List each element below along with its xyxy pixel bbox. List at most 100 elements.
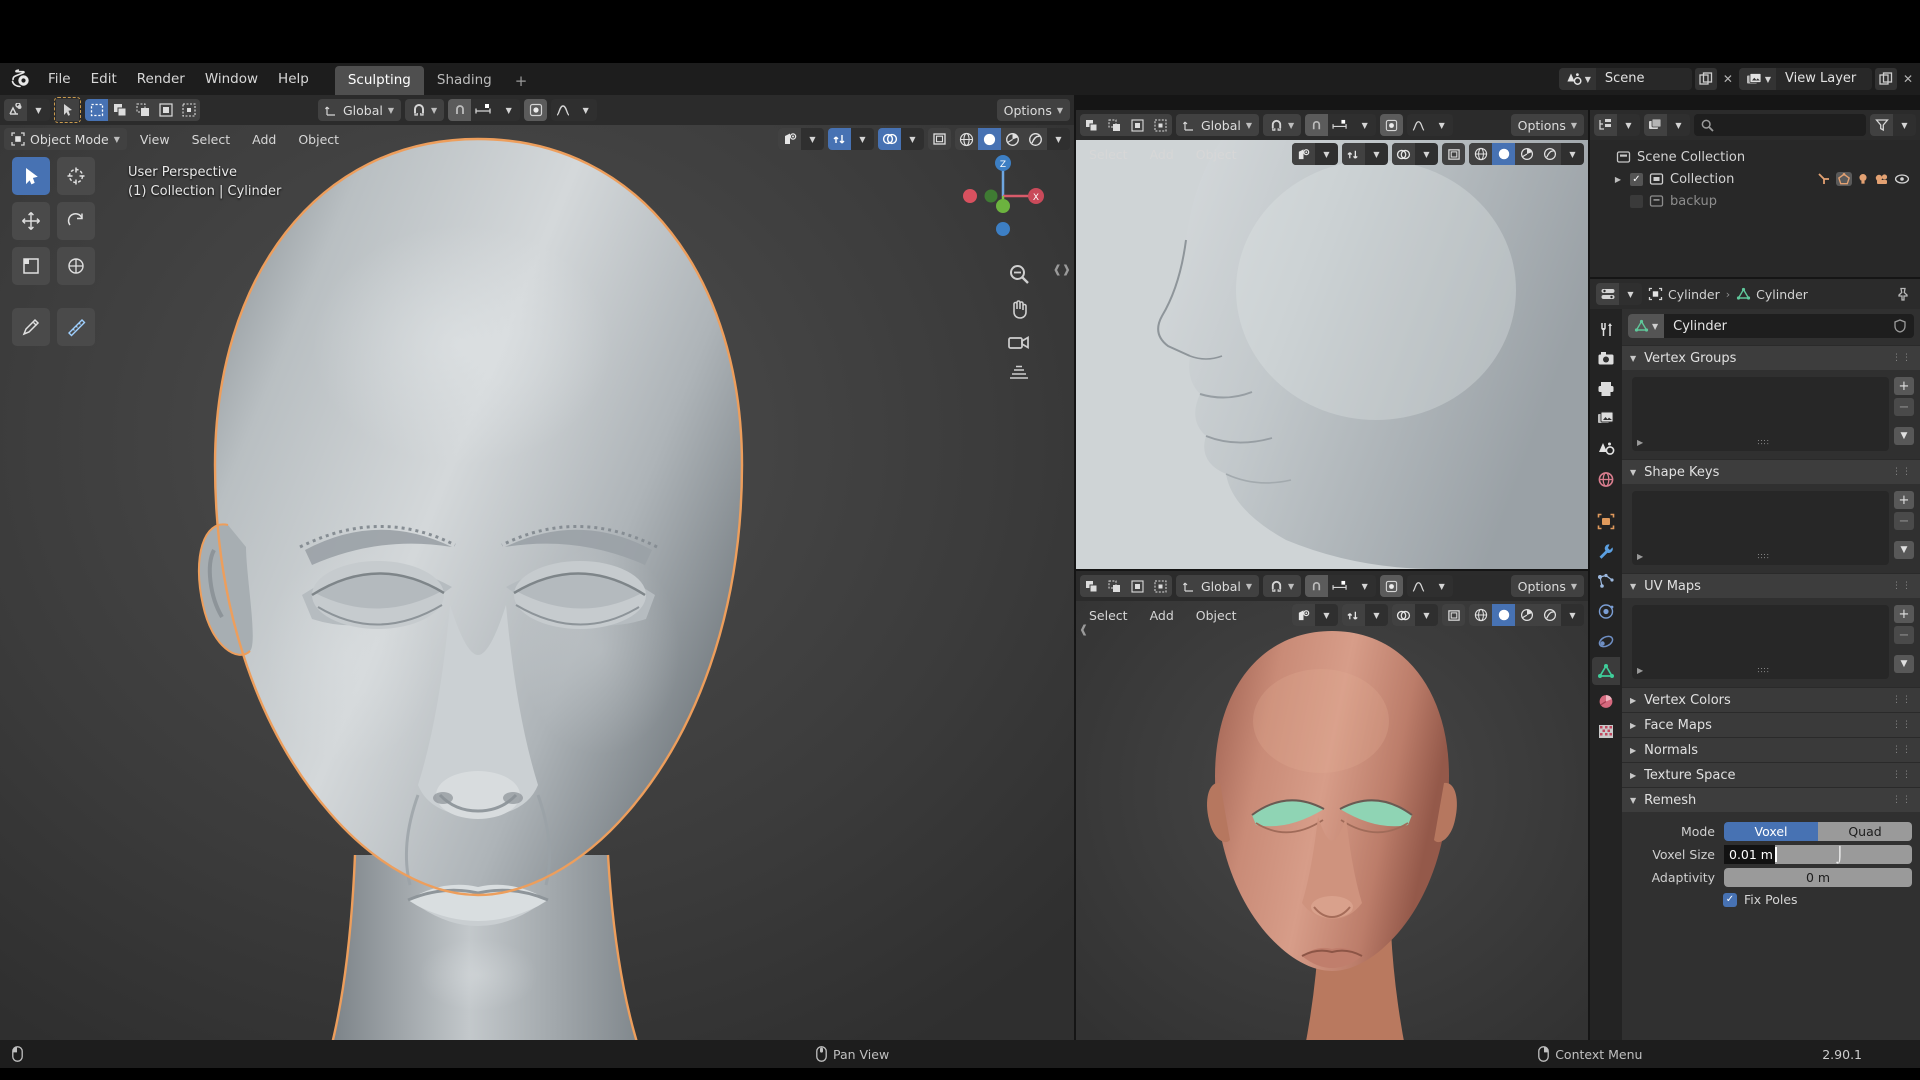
viewport-mid-top-header[interactable]: Global ▼ ▼ ▼ ▼ Options ▼ [1076,110,1588,140]
outliner-view-layer-icon[interactable] [1594,114,1617,136]
outliner-display-mode[interactable]: ▼ [1594,114,1640,136]
expand-collection-icon[interactable]: ▶ [1612,175,1624,184]
chevron-down-icon[interactable]: ▼ [851,128,874,150]
ortho-persp-icon[interactable] [1008,364,1030,382]
particles-icon[interactable] [1592,567,1620,595]
list-grip-icon[interactable]: ∷∷ [1757,666,1769,675]
new-view-layer-button[interactable] [1875,68,1897,90]
select-invert-icon[interactable] [154,99,177,121]
move-tool-icon[interactable] [12,202,50,240]
scene-cone-sphere-icon[interactable] [1592,435,1620,463]
options-dropdown[interactable]: Options ▼ [1510,114,1584,136]
visibility-group[interactable]: ▼ [778,128,824,150]
remesh-adaptivity-row[interactable]: Adaptivity 0 m [1630,867,1912,888]
remesh-voxel-size-input[interactable]: 0.01 m ⌡ [1724,845,1912,864]
wireframe-icon[interactable] [1469,604,1492,626]
select-invert-icon[interactable] [1149,114,1172,136]
rendered-icon[interactable] [1538,143,1561,165]
select-set-icon[interactable] [1080,114,1103,136]
viewport-left-header-top[interactable]: ▼ Global ▼ ▼ ▼ ▼ Options ▼ [0,95,1074,125]
render-camera-back-icon[interactable] [1592,345,1620,373]
camera-restrict-icon[interactable] [1874,172,1890,186]
object-data-triangle-icon[interactable] [1592,657,1620,685]
proportional-falloff-icon[interactable] [1407,575,1430,597]
panel-header-face-maps[interactable]: ▶ Face Maps ⋮⋮ [1622,712,1920,737]
topbar-scene-controls[interactable]: ▼ Scene ✕ ▼ View Layer ✕ [1558,68,1920,90]
outliner-search-input[interactable] [1694,114,1866,136]
chevron-down-icon[interactable]: ▼ [1047,128,1070,150]
region-toggle-mid-icon[interactable]: ❰ [1079,623,1088,636]
list-expand-icon[interactable]: ▶ [1637,666,1643,675]
panel-header-vertex-groups[interactable]: ▼ Vertex Groups ⋮⋮ [1622,345,1920,370]
panel-drag-handle[interactable]: ⋮⋮ [1892,467,1912,477]
properties-editor[interactable]: ▼ Cylinder › Cylinder ▼ Cylinder ▼ Verte… [1590,279,1920,1052]
shape-keys-list-area[interactable]: ▶ ∷∷ + − ▼ [1622,484,1920,573]
select-set-icon[interactable] [85,99,108,121]
material-preview-icon[interactable] [1515,604,1538,626]
light-restrict-icon[interactable] [1856,172,1870,186]
chevron-down-icon[interactable]: ▼ [901,128,924,150]
shading-mode-group[interactable]: ▼ [1469,604,1584,626]
viewport-left-canvas[interactable] [0,95,1074,1052]
overlays-icon[interactable] [1392,143,1415,165]
transform-orientation-dropdown[interactable]: Global ▼ [318,99,402,121]
gizmo-icon[interactable] [1342,604,1365,626]
transform-orientation-dropdown[interactable]: Global ▼ [1176,114,1260,136]
select-subtract-icon[interactable] [1126,575,1149,597]
menu-object[interactable]: Object [1187,605,1246,626]
tweak-tool-icon[interactable] [12,157,50,195]
chevron-down-icon[interactable]: ▼ [1365,143,1388,165]
topbar[interactable]: File Edit Render Window Help Sculpting S… [0,63,1920,95]
add-workspace-button[interactable]: + [505,67,538,95]
visibility-group[interactable]: ▼ [1292,143,1338,165]
outliner-restrict-icons[interactable] [1817,172,1920,186]
viewport-mid-bottom-editor[interactable]: Global ▼ ▼ ▼ ▼ Options ▼ Select Add Obje… [1076,571,1588,1052]
annotate-tool-icon[interactable] [12,308,50,346]
scene-selector[interactable]: ▼ Scene [1558,68,1692,90]
view-layer-name[interactable]: View Layer [1776,68,1872,90]
workspace-tab-shading[interactable]: Shading [424,66,505,95]
solid-icon[interactable] [1492,143,1515,165]
funnel-filter-icon[interactable] [1870,114,1893,136]
solid-icon[interactable] [978,128,1001,150]
physics-orbit-icon[interactable] [1592,597,1620,625]
panel-drag-handle[interactable]: ⋮⋮ [1892,720,1912,730]
vertex-group-specials-menu[interactable]: ▼ [1894,427,1914,445]
chevron-down-icon[interactable]: ▼ [574,99,597,121]
texture-checker-icon[interactable] [1592,717,1620,745]
editor-type-selector[interactable]: ▼ [4,99,50,121]
proportional-edit-group[interactable]: ▼ [1407,114,1454,136]
snap-dropdown[interactable]: ▼ [405,99,445,121]
snap-increment-icon[interactable] [1328,575,1353,597]
panel-header-normals[interactable]: ▶ Normals ⋮⋮ [1622,737,1920,762]
remesh-mode-voxel-button[interactable]: Voxel [1724,822,1818,841]
menu-select[interactable]: Select [1080,144,1137,165]
gizmo-group[interactable]: ▼ [1342,143,1388,165]
menu-add[interactable]: Add [1141,605,1183,626]
shading-mode-group[interactable]: ▼ [955,128,1070,150]
region-toggle-left-icon[interactable]: ❰❱ [1053,263,1071,276]
shading-mode-group[interactable]: ▼ [1469,143,1584,165]
overlays-icon[interactable] [1392,604,1415,626]
eye-visibility-icon[interactable] [1292,604,1315,626]
proportional-falloff-icon[interactable] [1407,114,1430,136]
panel-drag-handle[interactable]: ⋮⋮ [1892,745,1912,755]
overlays-group[interactable]: ▼ [878,128,924,150]
chevron-down-icon[interactable]: ▼ [1353,575,1376,597]
chevron-down-icon[interactable]: ▼ [1315,604,1338,626]
options-dropdown[interactable]: Options ▼ [1510,575,1584,597]
viewport-mid-bottom-canvas[interactable] [1076,571,1588,1052]
snap-increment-icon[interactable] [1328,114,1353,136]
pivot-group[interactable] [1380,114,1404,136]
scale-tool-icon[interactable] [12,247,50,285]
unlink-scene-button[interactable]: ✕ [1720,72,1736,86]
proportional-edit-group[interactable]: ▼ [1407,575,1454,597]
outliner-header[interactable]: ▼ ▼ ▼ [1590,110,1920,140]
pan-hand-icon[interactable] [1008,298,1030,320]
pivot-group[interactable] [524,99,548,121]
transform-tool-icon[interactable] [57,247,95,285]
properties-content[interactable]: ▼ Cylinder ▼ Vertex Groups ⋮⋮ ▶ ∷∷ + − ▼… [1622,309,1920,1052]
modifier-wrench-icon[interactable] [1592,537,1620,565]
tool-screwdriver-wrench-icon[interactable] [1592,315,1620,343]
backup-checkbox[interactable] [1630,194,1643,208]
